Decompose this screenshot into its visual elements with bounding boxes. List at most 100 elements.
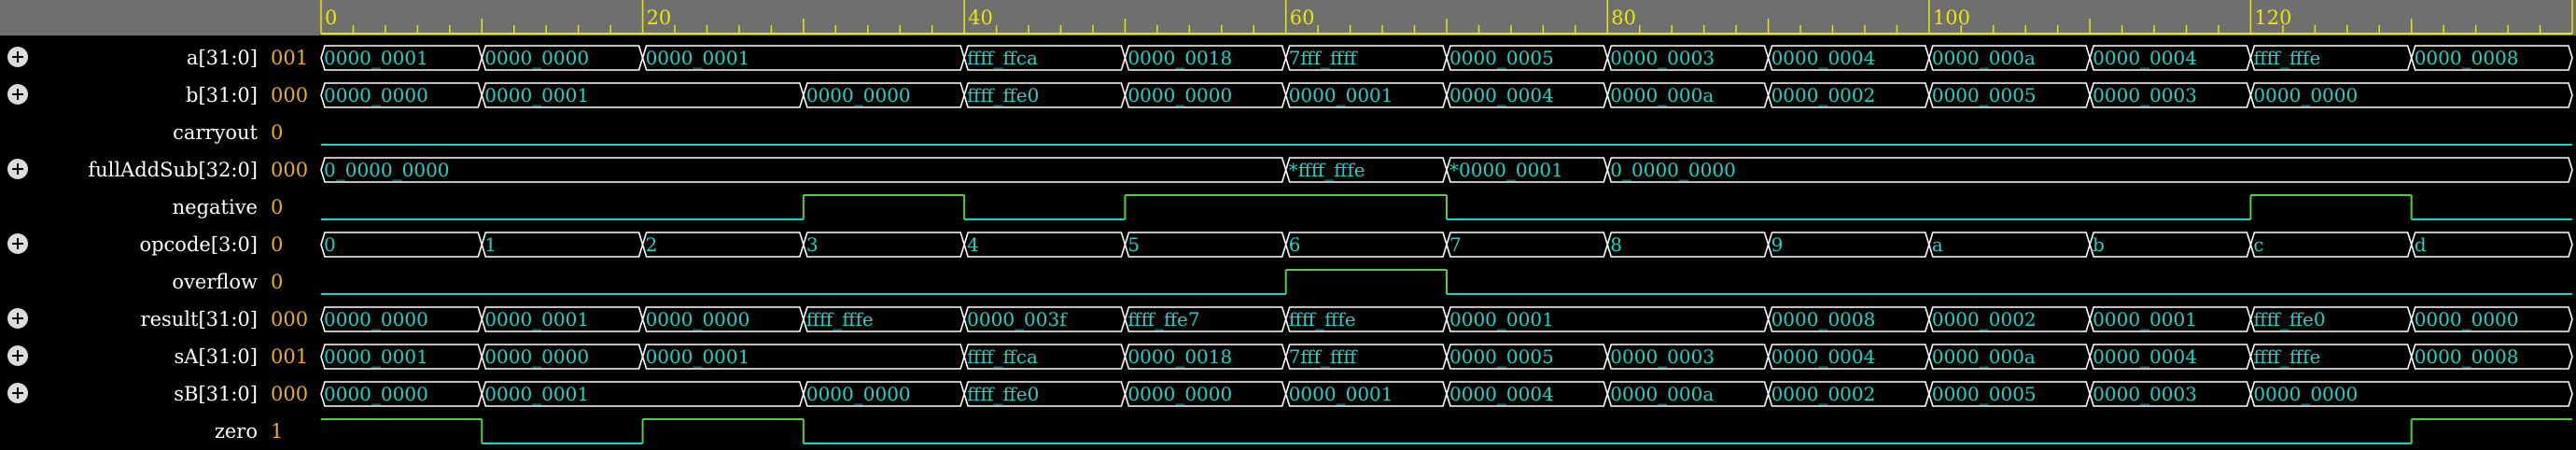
bus-value-label: 0000_0001 (1289, 383, 1393, 405)
bus-value-label: 0000_0001 (484, 84, 589, 106)
bus-value-label: 0000_0003 (1610, 47, 1715, 69)
bus-value-label: 7 (1449, 233, 1462, 256)
bus-value-label: 0000_0000 (2253, 84, 2358, 106)
bus-value-label: 0000_0000 (324, 308, 428, 330)
bus-segment (1606, 157, 2573, 183)
bus-value-label: 0000_0000 (324, 84, 428, 106)
bus-segment (320, 157, 1287, 183)
bus-value-label: 0000_0000 (1127, 84, 1232, 106)
waveform-area[interactable]: 0 20 40 60 80 100 1200000_0001 0000_0000 0000_00… (0, 0, 2576, 450)
bus-value-label: 0_0000_0000 (1610, 159, 1736, 181)
bus-value-label: 0000_0000 (806, 383, 911, 405)
bus-value-label: 0 (324, 233, 336, 256)
bus-value-label: 0000_0002 (1771, 383, 1876, 405)
bus-value-label: 0000_0000 (2253, 383, 2358, 405)
bus-segment (2089, 232, 2252, 258)
bus-value-label: 0000_0005 (1932, 383, 2037, 405)
bus-value-label: 0000_0000 (2415, 308, 2519, 330)
bus-value-label: 0000_0003 (2093, 383, 2197, 405)
bus-value-label: 0000_000a (1610, 84, 1714, 106)
bus-segment (481, 232, 644, 258)
bus-value-label: 0000_0000 (324, 383, 428, 405)
bus-value-label: 0000_0001 (484, 383, 589, 405)
bus-value-label: *ffff_fffe (1289, 159, 1365, 181)
bus-value-label: 3 (806, 233, 819, 256)
bus-value-label: 0000_0001 (646, 47, 750, 69)
bus-value-label: 0000_0000 (484, 47, 589, 69)
bus-value-label: 0000_0000 (484, 345, 589, 368)
bus-segment (1124, 232, 1287, 258)
bus-value-label: 2 (646, 233, 658, 256)
ruler-label: 80 (1611, 7, 1636, 29)
bus-value-label: 0000_0008 (2415, 47, 2519, 69)
bus-value-label: ffff_ffca (967, 345, 1038, 368)
bus-value-label: 0000_0004 (1771, 47, 1876, 69)
bus-value-label: 0000_0003 (2093, 84, 2197, 106)
bus-value-label: 7fff_ffff (1289, 345, 1359, 368)
bus-value-label: ffff_fffe (806, 308, 874, 330)
bus-value-label: 0000_0004 (1449, 84, 1554, 106)
bus-value-label: 0000_0004 (1771, 345, 1876, 368)
bus-value-label: 0000_0005 (1932, 84, 2037, 106)
bus-value-label: a (1932, 233, 1943, 256)
bus-value-label: 0000_0018 (1127, 47, 1232, 69)
bus-value-label: 0000_000a (1932, 345, 2036, 368)
bus-value-label: 0000_0008 (1771, 308, 1876, 330)
bus-value-label: 9 (1771, 233, 1784, 256)
bus-value-label: 0000_0003 (1610, 345, 1715, 368)
bus-value-label: ffff_fffe (1289, 308, 1356, 330)
bus-value-label: 0000_0008 (2415, 345, 2519, 368)
bus-segment (1446, 232, 1609, 258)
bus-value-label: b (2093, 233, 2105, 256)
bus-value-label: 0000_0001 (646, 345, 750, 368)
bus-value-label: 0000_0001 (1449, 308, 1554, 330)
bus-value-label: ffff_fffe (2253, 345, 2320, 368)
bus-segment (1606, 232, 1770, 258)
ruler-label: 100 (1933, 7, 1970, 29)
bus-value-label: ffff_ffca (967, 47, 1038, 69)
bus-value-label: 0000_0005 (1449, 47, 1554, 69)
bus-value-label: c (2253, 233, 2263, 256)
bus-value-label: ffff_fffe (2253, 47, 2320, 69)
bus-value-label: ffff_ffe0 (967, 383, 1039, 405)
bus-value-label: 4 (967, 233, 979, 256)
bus-value-label: 0000_0018 (1127, 345, 1232, 368)
ruler-label: 120 (2254, 7, 2291, 29)
bus-value-label: 1 (484, 233, 497, 256)
bus-segment (1767, 232, 1930, 258)
bus-value-label: *0000_0001 (1449, 159, 1563, 181)
bus-segment (1284, 232, 1448, 258)
bus-value-label: 0000_003f (967, 308, 1068, 330)
bus-value-label: 0000_000a (1932, 47, 2036, 69)
waveform-viewer: a[31:0] 001 b[31:0] 000 carryout 0 fullAddSub[… (0, 0, 2576, 450)
bus-segment (2410, 232, 2573, 258)
bus-value-label: 0000_0000 (806, 84, 911, 106)
bus-value-label: 0000_0004 (2093, 47, 2197, 69)
bus-value-label: ffff_ffe0 (967, 84, 1039, 106)
bus-value-label: 0000_0004 (2093, 345, 2197, 368)
bus-value-label: 0000_0001 (324, 47, 428, 69)
bus-segment (320, 232, 483, 258)
ruler-label: 0 (325, 7, 337, 29)
bus-segment (641, 232, 805, 258)
bus-segment (1928, 232, 2091, 258)
bus-value-label: 0000_0002 (1932, 308, 2037, 330)
ruler-label: 60 (1290, 7, 1315, 29)
bus-value-label: 0000_0001 (1289, 84, 1393, 106)
bus-value-label: d (2415, 233, 2427, 256)
bus-value-label: 0000_000a (1610, 383, 1714, 405)
bus-value-label: 0000_0000 (1127, 383, 1232, 405)
bus-value-label: 0000_0004 (1449, 383, 1554, 405)
bus-value-label: 0000_0001 (2093, 308, 2197, 330)
bus-value-label: 0000_0000 (646, 308, 750, 330)
bus-value-label: 0000_0002 (1771, 84, 1876, 106)
bus-value-label: 0000_0001 (324, 345, 428, 368)
ruler-label: 20 (647, 7, 672, 29)
bus-segment (803, 232, 965, 258)
bus-segment (963, 232, 1127, 258)
bus-value-label: 5 (1127, 233, 1140, 256)
bus-segment (2249, 232, 2413, 258)
bus-value-label: 7fff_ffff (1289, 47, 1359, 69)
bus-value-label: ffff_ffe0 (2253, 308, 2325, 330)
bus-value-label: 0000_0001 (484, 308, 589, 330)
